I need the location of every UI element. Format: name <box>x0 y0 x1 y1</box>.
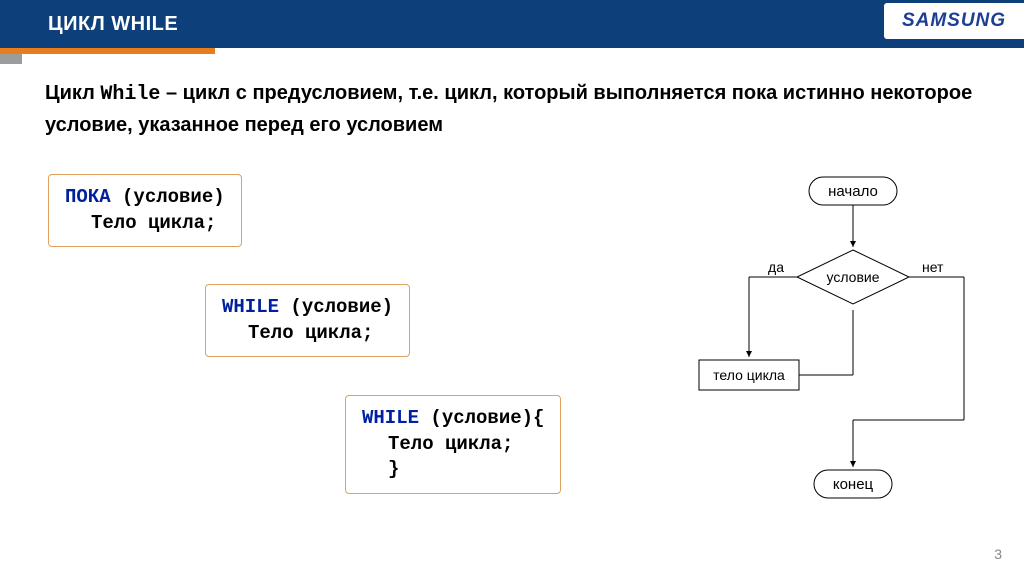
slide-header: ЦИКЛ WHILE SAMSUNG <box>0 0 1024 48</box>
flow-end-label: конец <box>833 476 874 493</box>
flowchart-diagram: начало условие да нет тело цикла конец <box>664 172 984 522</box>
desc-mono: While <box>100 83 160 106</box>
keyword: ПОКА <box>65 186 111 208</box>
desc-rest: – цикл с предусловием, т.е. цикл, которы… <box>45 82 972 136</box>
flow-start-label: начало <box>828 183 878 200</box>
code-box-while-braces: WHILE (условие){ Тело цикла; } <box>345 395 561 494</box>
slide-content: Цикл While – цикл с предусловием, т.е. ц… <box>0 48 1024 140</box>
brand-text: SAMSUNG <box>902 10 1006 32</box>
keyword: WHILE <box>362 407 419 429</box>
condition-text: (условие){ <box>419 407 544 429</box>
condition-text: (условие) <box>111 186 225 208</box>
close-brace: } <box>362 457 544 483</box>
keyword: WHILE <box>222 296 279 318</box>
code-box-while-simple: WHILE (условие) Тело цикла; <box>205 284 410 357</box>
flow-yes-label: да <box>768 259 784 275</box>
flow-condition-label: условие <box>827 269 880 285</box>
body-text: Тело цикла; <box>222 321 393 347</box>
desc-prefix: Цикл <box>45 82 100 104</box>
body-text: Тело цикла; <box>65 211 225 237</box>
page-number: 3 <box>994 546 1002 562</box>
slide-title: ЦИКЛ WHILE <box>48 13 178 36</box>
flow-body-label: тело цикла <box>713 367 785 383</box>
flow-no-label: нет <box>922 259 944 275</box>
description-text: Цикл While – цикл с предусловием, т.е. ц… <box>45 78 979 140</box>
body-text: Тело цикла; <box>362 432 544 458</box>
brand-badge: SAMSUNG <box>884 3 1024 39</box>
code-box-russian: ПОКА (условие) Тело цикла; <box>48 174 242 247</box>
condition-text: (условие) <box>279 296 393 318</box>
